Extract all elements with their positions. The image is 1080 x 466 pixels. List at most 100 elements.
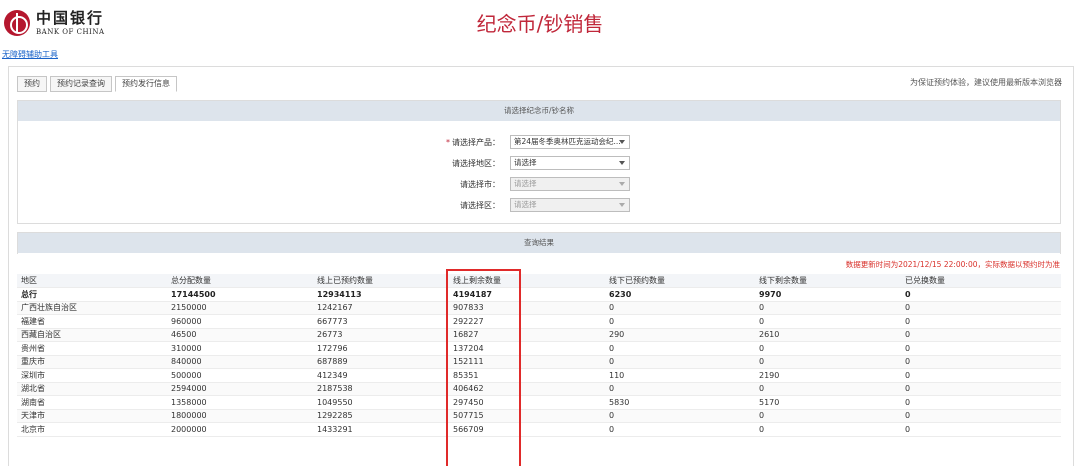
table-row: 西藏自治区 46500 26773 16827 290 2610 0: [17, 328, 1061, 342]
table-cell: 0: [605, 341, 755, 356]
table-cell: 0: [605, 355, 755, 369]
table-row: 广西壮族自治区 2150000 1242167 907833 0 0 0: [17, 301, 1061, 315]
table-cell: 17144500: [167, 287, 313, 302]
region-select[interactable]: 请选择: [510, 156, 630, 170]
table-cell: 0: [755, 341, 901, 356]
table-cell: 0: [755, 355, 901, 369]
table-cell: 292227: [449, 314, 605, 329]
city-select-value: 请选择: [514, 179, 537, 188]
table-cell: 4194187: [449, 287, 605, 302]
column-header: 总分配数量: [167, 274, 313, 288]
table-cell: 深圳市: [17, 368, 167, 383]
table-cell: 9970: [755, 287, 901, 302]
tab-reservation-records[interactable]: 预约记录查询: [50, 76, 112, 92]
city-label: 请选择市：: [460, 180, 500, 189]
table-row: 湖北省 2594000 2187538 406462 0 0 0: [17, 382, 1061, 396]
table-cell: 172796: [313, 341, 449, 356]
table-row: 贵州省 310000 172796 137204 0 0 0: [17, 341, 1061, 356]
browser-tip: 为保证预约体验，建议使用最新版本浏览器: [910, 78, 1062, 87]
table-cell: 0: [605, 301, 755, 315]
table-cell: 广西壮族自治区: [17, 301, 167, 315]
chevron-down-icon: [619, 203, 625, 207]
table-cell: 907833: [449, 301, 605, 315]
column-header: 线下剩余数量: [755, 274, 901, 288]
table-cell: 0: [605, 422, 755, 437]
page-header: 中国银行 BANK OF CHINA 纪念币/钞销售: [0, 0, 1080, 48]
table-cell: 1242167: [313, 301, 449, 315]
table-cell: 5170: [755, 395, 901, 410]
table-cell: 0: [901, 409, 1061, 423]
table-cell: 667773: [313, 314, 449, 329]
table-cell: 2000000: [167, 422, 313, 437]
column-header: 线下已预约数量: [605, 274, 755, 288]
table-cell: 西藏自治区: [17, 328, 167, 342]
table-row: 北京市 2000000 1433291 566709 0 0 0: [17, 422, 1061, 437]
table-cell: 960000: [167, 314, 313, 329]
district-label: 请选择区：: [460, 201, 500, 210]
table-cell: 297450: [449, 395, 605, 410]
table-cell: 0: [901, 368, 1061, 383]
product-select-value: 第24届冬季奥林匹克运动会纪...: [514, 137, 621, 146]
district-select[interactable]: 请选择: [510, 198, 630, 212]
table-cell: 0: [755, 422, 901, 437]
required-mark: *: [446, 138, 450, 147]
table-cell: 0: [901, 355, 1061, 369]
table-cell: 0: [901, 382, 1061, 396]
table-cell: 2190: [755, 368, 901, 383]
select-section: 请选择纪念币/钞名称 * 请选择产品： 第24届冬季奥林匹克运动会纪... 请选择…: [17, 100, 1061, 224]
chevron-down-icon: [619, 140, 625, 144]
product-row: * 请选择产品： 第24届冬季奥林匹克运动会纪...: [18, 135, 1060, 149]
district-row: 请选择区： 请选择: [18, 198, 1060, 212]
table-cell: 0: [755, 301, 901, 315]
region-select-value: 请选择: [514, 158, 537, 167]
table-cell: 重庆市: [17, 355, 167, 369]
tab-bar: 预约 预约记录查询 预约发行信息: [17, 76, 180, 92]
tab-issue-info[interactable]: 预约发行信息: [115, 76, 177, 92]
chevron-down-icon: [619, 182, 625, 186]
table-cell: 2187538: [313, 382, 449, 396]
tab-reserve[interactable]: 预约: [17, 76, 47, 92]
table-cell: 46500: [167, 328, 313, 342]
table-cell: 687889: [313, 355, 449, 369]
table-cell: 0: [605, 409, 755, 423]
region-label: 请选择地区：: [452, 159, 500, 168]
table-cell: 0: [605, 314, 755, 329]
table-cell: 0: [755, 314, 901, 329]
select-section-title: 请选择纪念币/钞名称: [18, 101, 1060, 121]
table-cell: 0: [901, 314, 1061, 329]
table-cell: 16827: [449, 328, 605, 342]
column-header: 已兑换数量: [901, 274, 1061, 288]
table-cell: 26773: [313, 328, 449, 342]
table-cell: 湖北省: [17, 382, 167, 396]
product-select[interactable]: 第24届冬季奥林匹克运动会纪...: [510, 135, 630, 149]
table-row: 深圳市 500000 412349 85351 110 2190 0: [17, 368, 1061, 383]
table-cell: 2610: [755, 328, 901, 342]
table-cell: 110: [605, 368, 755, 383]
table-cell: 北京市: [17, 422, 167, 437]
region-row: 请选择地区： 请选择: [18, 156, 1060, 170]
chevron-down-icon: [619, 161, 625, 165]
column-header: 地区: [17, 274, 167, 288]
table-cell: 1358000: [167, 395, 313, 410]
table-cell: 0: [755, 409, 901, 423]
data-update-note: 数据更新时间为2021/12/15 22:00:00，实际数据以预约时为准: [845, 260, 1060, 269]
table-cell: 310000: [167, 341, 313, 356]
results-section: 查询结果: [17, 232, 1061, 254]
table-cell: 412349: [313, 368, 449, 383]
table-cell: 2150000: [167, 301, 313, 315]
table-cell: 1433291: [313, 422, 449, 437]
table-cell: 290: [605, 328, 755, 342]
accessibility-tools-link[interactable]: 无障碍辅助工具: [2, 49, 58, 60]
table-cell: 湖南省: [17, 395, 167, 410]
table-cell: 天津市: [17, 409, 167, 423]
table-row: 湖南省 1358000 1049550 297450 5830 5170 0: [17, 395, 1061, 410]
table-row: 福建省 960000 667773 292227 0 0 0: [17, 314, 1061, 329]
table-cell: 507715: [449, 409, 605, 423]
table-cell: 0: [605, 382, 755, 396]
table-cell: 2594000: [167, 382, 313, 396]
page-title: 纪念币/钞销售: [476, 12, 604, 36]
table-cell: 0: [901, 395, 1061, 410]
table-cell: 152111: [449, 355, 605, 369]
table-cell: 福建省: [17, 314, 167, 329]
city-select[interactable]: 请选择: [510, 177, 630, 191]
